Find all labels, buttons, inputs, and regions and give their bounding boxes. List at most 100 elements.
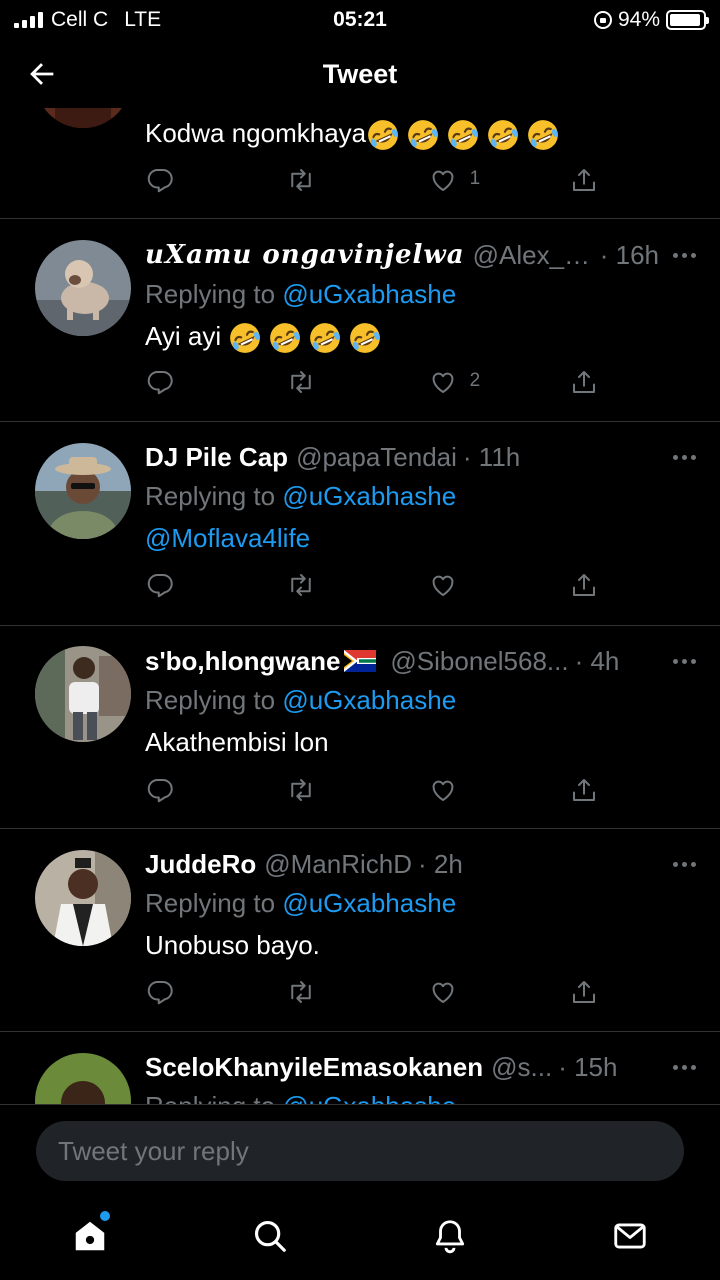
avatar[interactable] (35, 850, 131, 946)
display-name[interactable]: s'bo,hlongwane (145, 646, 340, 677)
retweet-icon (291, 371, 312, 393)
display-name[interactable]: DJ Pile Cap (145, 442, 288, 473)
more-options-button[interactable] (659, 252, 696, 258)
avatar[interactable] (35, 646, 131, 742)
signal-icon (14, 12, 43, 28)
page-title: Tweet (322, 58, 398, 89)
carrier-label: Cell C (51, 8, 109, 31)
tweet-item[interactable]: DJ Pile Cap @papaTendai · 11h Replying t… (0, 422, 720, 626)
tab-search[interactable] (248, 1214, 292, 1258)
home-icon (75, 1221, 105, 1251)
replying-to: Replying to @uGxabhashe (145, 685, 696, 716)
reply-icon (147, 981, 173, 1005)
like-button[interactable] (428, 567, 464, 603)
share-button[interactable] (569, 162, 605, 198)
handle: @papaTendai (296, 441, 457, 472)
tweet-header: uXamu ongavinjelwa @Alex__L... · 16h (145, 238, 696, 272)
reply-input[interactable] (36, 1121, 684, 1181)
replying-prefix: Replying to (145, 481, 283, 511)
tweet-actions (145, 974, 605, 1010)
rofl-emoji-icon (488, 120, 519, 150)
arrow-left-icon (30, 63, 54, 85)
heart-icon (432, 982, 454, 1003)
header: Tweet (0, 40, 720, 108)
tab-messages[interactable] (608, 1214, 652, 1258)
like-count: 1 (469, 168, 481, 189)
avatar[interactable] (35, 443, 131, 539)
more-options-button[interactable] (659, 658, 696, 664)
network-label: LTE (124, 8, 162, 31)
reply-icon (147, 779, 173, 803)
tweet-text[interactable]: @Moflava4life (145, 523, 696, 554)
rofl-emoji-icon (368, 120, 399, 150)
display-name[interactable]: uXamu ongavinjelwa (145, 240, 465, 270)
heart-icon (432, 575, 454, 596)
replies-feed[interactable]: Kodwa ngomkhaya 1 uXamu ongavinjelwa @Al… (0, 108, 720, 1104)
display-name[interactable]: ScelоKhanyileEmasokanen (145, 1052, 483, 1083)
handle: @Alex__L... (472, 239, 594, 270)
reply-icon (147, 371, 173, 395)
rofl-emoji-icon (350, 323, 381, 353)
like-button[interactable] (428, 974, 464, 1010)
rofl-emoji-icon (310, 323, 341, 353)
avatar[interactable] (35, 108, 131, 128)
replying-to-mention[interactable]: @uGxabhashe (282, 888, 456, 918)
more-options-button[interactable] (659, 1064, 696, 1070)
tab-home[interactable] (68, 1211, 112, 1258)
replying-to-mention[interactable]: @uGxabhashe (282, 481, 456, 511)
handle: @Sibonel568... (390, 645, 569, 676)
replying-prefix: Replying to (145, 279, 283, 309)
tweet-text-content: Ayi ayi (145, 321, 222, 351)
more-options-button[interactable] (659, 454, 696, 460)
rofl-emoji-icon (270, 323, 301, 353)
share-button[interactable] (569, 364, 605, 400)
replying-prefix: Replying to (145, 1091, 282, 1104)
timestamp: · 11h (462, 441, 521, 472)
tweet-text: Akathembisi lon (145, 727, 329, 757)
replying-to-mention[interactable]: @uGxabhashe (282, 279, 456, 309)
tweet-item[interactable]: ScelоKhanyileEmasokanen @s... · 15h Repl… (0, 1032, 720, 1104)
share-icon (572, 169, 595, 191)
like-button[interactable] (428, 772, 464, 808)
retweet-icon (291, 169, 312, 191)
tweet-item[interactable]: JuddeRo @ManRichD · 2h Replying to @uGxa… (0, 829, 720, 1032)
status-right: 94% (593, 8, 709, 32)
tweet-item[interactable]: s'bo,hlongwane @Sibonel568... · 4h Reply… (0, 626, 720, 829)
reply-button[interactable] (145, 772, 181, 808)
share-button[interactable] (569, 974, 605, 1010)
tweet-text: Unobuso bayo. (145, 930, 320, 960)
battery-fill (670, 14, 701, 26)
avatar[interactable] (35, 240, 131, 336)
share-button[interactable] (569, 567, 605, 603)
battery-icon (666, 10, 709, 30)
share-button[interactable] (569, 772, 605, 808)
retweet-button[interactable] (286, 567, 322, 603)
back-button[interactable] (22, 54, 62, 94)
tweet-partial[interactable]: Kodwa ngomkhaya 1 (0, 108, 720, 219)
reply-icon (147, 574, 173, 598)
tweet-item[interactable]: uXamu ongavinjelwa @Alex__L... · 16h Rep… (0, 219, 720, 422)
retweet-button[interactable] (286, 364, 322, 400)
retweet-icon (291, 574, 312, 596)
like-button[interactable]: 1 (428, 162, 480, 198)
retweet-button[interactable] (286, 772, 322, 808)
retweet-button[interactable] (286, 162, 322, 198)
status-bar: Cell C LTE 05:21 94% (0, 0, 720, 40)
reply-button[interactable] (145, 567, 181, 603)
tab-notifications[interactable] (428, 1214, 472, 1258)
replying-to-mention[interactable]: @uGxabhashe (282, 685, 456, 715)
replying-to: Replying to @uGxabhashe (145, 1091, 696, 1104)
retweet-button[interactable] (286, 974, 322, 1010)
reply-button[interactable] (145, 364, 181, 400)
rofl-emoji-icon (230, 323, 261, 353)
tab-bar (0, 1196, 720, 1280)
reply-button[interactable] (145, 162, 181, 198)
south-africa-flag-icon (344, 650, 377, 672)
reply-button[interactable] (145, 974, 181, 1010)
replying-to-mention[interactable]: @uGxabhashe (282, 1091, 456, 1104)
more-options-button[interactable] (659, 861, 696, 867)
timestamp: · 16h (599, 239, 659, 270)
like-button[interactable]: 2 (428, 364, 480, 400)
display-name[interactable]: JuddeRo (145, 849, 256, 880)
avatar[interactable] (35, 1053, 131, 1104)
